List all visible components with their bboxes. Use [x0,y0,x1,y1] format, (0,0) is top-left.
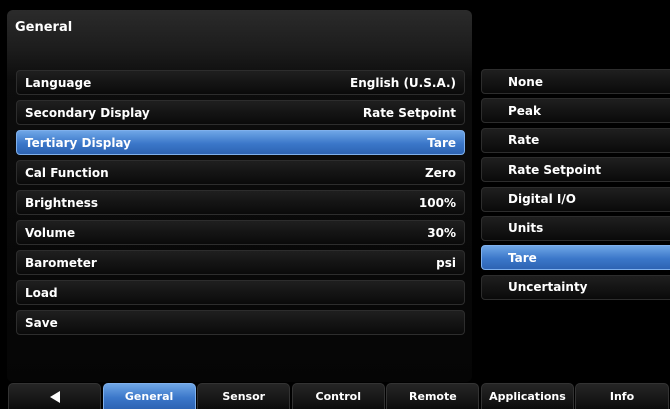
setting-label: Tertiary Display [25,135,131,150]
setting-save[interactable]: Save [16,310,465,335]
tab-remote[interactable]: Remote [386,383,480,409]
setting-label: Volume [25,225,76,240]
setting-secondary-display[interactable]: Secondary Display Rate Setpoint [16,100,465,125]
setting-tertiary-display[interactable]: Tertiary Display Tare [16,130,465,155]
setting-label: Language [25,75,92,90]
setting-value: psi [436,255,456,270]
bottom-tab-bar: General Sensor Control Remote Applicatio… [8,383,670,409]
setting-load[interactable]: Load [16,280,465,305]
general-panel: General Language English (U.S.A.) Second… [7,10,472,382]
setting-label: Barometer [25,255,97,270]
setting-language[interactable]: Language English (U.S.A.) [16,70,465,95]
setting-volume[interactable]: Volume 30% [16,220,465,245]
option-tare[interactable]: Tare [481,245,670,271]
back-button[interactable] [8,383,102,409]
tab-control[interactable]: Control [291,383,385,409]
option-digital-io[interactable]: Digital I/O [481,186,670,212]
setting-barometer[interactable]: Barometer psi [16,250,465,275]
setting-value: Tare [427,135,456,150]
tertiary-display-options: None Peak Rate Rate Setpoint Digital I/O… [481,69,670,304]
setting-cal-function[interactable]: Cal Function Zero [16,160,465,185]
option-peak[interactable]: Peak [481,98,670,124]
tab-general[interactable]: General [102,383,196,409]
left-arrow-icon [49,390,60,403]
option-rate-setpoint[interactable]: Rate Setpoint [481,157,670,183]
setting-label: Secondary Display [25,105,150,120]
setting-value: Rate Setpoint [362,105,456,120]
option-none[interactable]: None [481,69,670,94]
tab-sensor[interactable]: Sensor [197,383,291,409]
settings-list: Language English (U.S.A.) Secondary Disp… [16,70,465,340]
setting-value: 30% [427,225,456,240]
setting-value: 100% [418,195,456,210]
setting-label: Save [25,315,58,330]
setting-value: Zero [424,165,456,180]
option-rate[interactable]: Rate [481,127,670,153]
tab-applications[interactable]: Applications [480,383,574,409]
panel-title: General [15,20,73,35]
tab-info[interactable]: Info [575,383,669,409]
setting-label: Brightness [25,195,99,210]
option-uncertainty[interactable]: Uncertainty [481,274,670,300]
option-units[interactable]: Units [481,215,670,241]
setting-brightness[interactable]: Brightness 100% [16,190,465,215]
setting-value: English (U.S.A.) [350,75,456,90]
setting-label: Cal Function [25,165,109,180]
setting-label: Load [25,285,58,300]
